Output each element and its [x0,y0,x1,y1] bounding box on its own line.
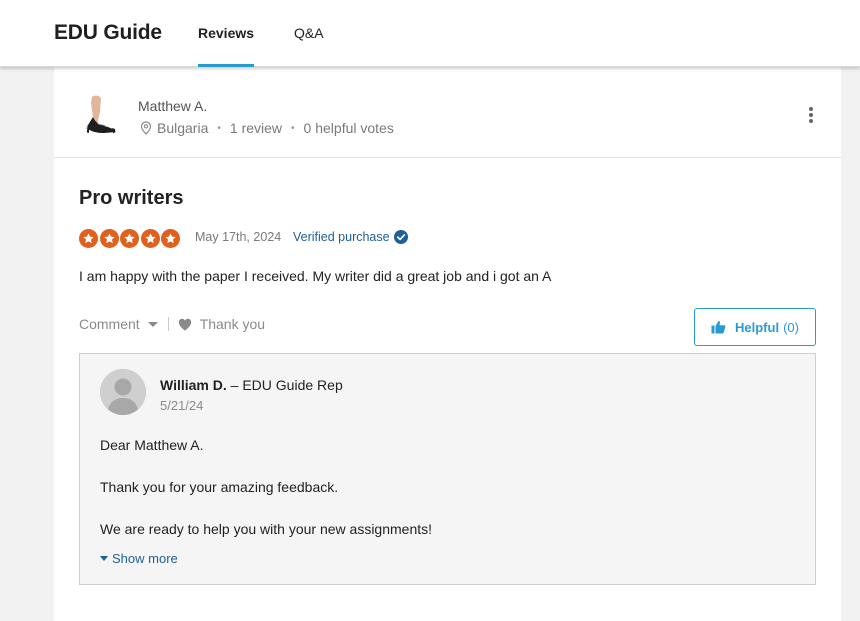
thank-you-button[interactable]: Thank you [178,316,265,332]
star-icon [79,229,98,248]
reply-text-line: Thank you for your amazing feedback. [100,479,339,495]
user-placeholder-icon [100,369,146,415]
top-navigation-bar: EDU Guide Reviews Q&A [0,0,860,67]
author-review-count: 1 review [229,120,283,136]
rep-name: William D. [160,377,227,393]
more-options-icon[interactable] [809,107,813,125]
reply-date: 5/21/24 [160,398,204,413]
author-meta: Bulgaria • 1 review • 0 helpful votes [140,120,394,136]
company-reply: William D. – EDU Guide Rep 5/21/24 Dear … [79,353,816,585]
helpful-button[interactable]: Helpful (0) [694,308,816,346]
active-tab-indicator [198,64,254,67]
tab-qa[interactable]: Q&A [294,25,324,41]
comment-label: Comment [79,316,140,332]
caret-down-icon [100,556,108,561]
author-name[interactable]: Matthew A. [138,98,207,114]
rep-name-line: William D. – EDU Guide Rep [160,377,343,393]
action-divider [167,317,169,331]
show-more-label: Show more [112,551,178,566]
location-pin-icon [140,121,152,135]
thumbs-up-icon [711,321,726,334]
rep-role: – EDU Guide Rep [226,377,343,393]
reply-text-line: We are ready to help you with your new a… [100,521,433,537]
separator-dot: • [291,122,295,134]
star-icon [140,229,160,248]
chevron-down-icon [147,322,158,327]
tab-reviews[interactable]: Reviews [198,25,254,41]
review-author-row: Matthew A. Bulgaria • 1 review • 0 helpf… [54,67,841,158]
show-more-link[interactable]: Show more [100,551,178,566]
author-location: Bulgaria [157,120,209,136]
star-icon [99,229,119,248]
review-text: I am happy with the paper I received. My… [79,268,552,284]
helpful-count: (0) [783,319,799,335]
star-rating [79,229,182,248]
star-icon [120,229,139,248]
heart-icon [178,318,191,330]
author-avatar[interactable] [78,91,124,137]
thank-you-label: Thank you [199,316,266,332]
high-heel-shoe-icon [78,91,124,137]
comment-button[interactable]: Comment [79,316,158,332]
review-title: Pro writers [79,187,184,209]
verified-check-icon [393,230,408,244]
page-background-edge [841,67,860,621]
separator-dot: • [217,122,221,134]
review-date: May 17th, 2024 [195,230,282,244]
reply-text-line: Dear Matthew A. [100,437,204,453]
author-helpful-votes: 0 helpful votes [303,120,394,136]
review-actions: Comment Thank you [79,316,265,332]
verified-purchase-badge: Verified purchase [293,230,408,244]
rep-avatar [100,369,146,415]
verified-purchase-label: Verified purchase [293,230,390,244]
brand-logo[interactable]: EDU Guide [54,21,162,45]
helpful-label: Helpful [735,319,780,335]
star-icon [161,229,180,248]
review-card: Matthew A. Bulgaria • 1 review • 0 helpf… [54,67,841,621]
